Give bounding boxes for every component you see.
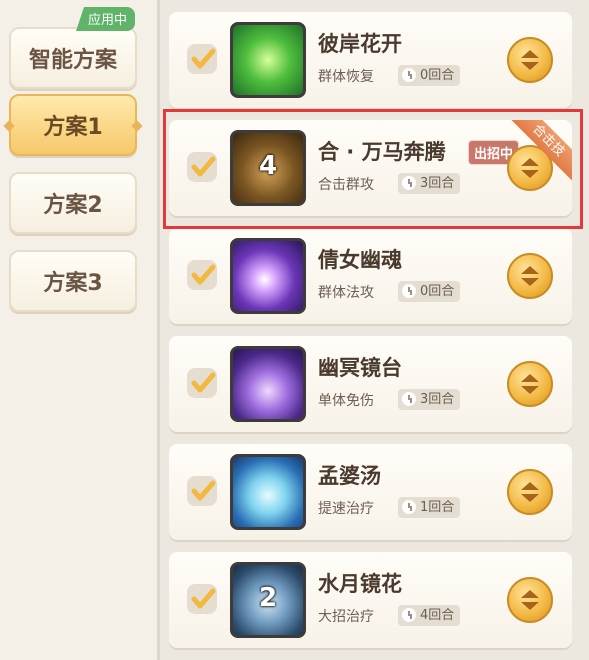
cooldown-rounds: 3回合 <box>398 389 461 410</box>
checkmark-icon <box>191 588 216 609</box>
plan-label: 方案1 <box>43 115 103 140</box>
checkbox[interactable] <box>187 368 217 398</box>
reorder-coin-button[interactable] <box>507 253 553 299</box>
skill-type: 群体恢复 <box>318 69 374 85</box>
ghost-mirror-skill-icon <box>230 346 306 422</box>
reorder-coin-button[interactable] <box>507 361 553 407</box>
rounds-text: 4回合 <box>420 608 455 623</box>
diamond-ornament-icon <box>3 120 15 132</box>
clock-icon <box>402 500 416 514</box>
clock-icon <box>402 608 416 622</box>
skill-name: 幽冥镜台 <box>318 356 402 380</box>
up-down-arrows-icon <box>521 482 539 502</box>
checkmark-icon <box>191 264 216 285</box>
up-down-arrows-icon <box>521 50 539 70</box>
skill-card[interactable]: 倩女幽魂 群体法攻 0回合 <box>169 228 572 324</box>
plan-3-button[interactable]: 方案3 <box>9 250 137 312</box>
clock-icon <box>402 284 416 298</box>
cooldown-rounds: 0回合 <box>398 281 461 302</box>
up-down-arrows-icon <box>521 590 539 610</box>
selection-highlight <box>163 109 583 229</box>
up-down-arrows-icon <box>521 266 539 286</box>
cooldown-rounds: 0回合 <box>398 65 461 86</box>
diamond-ornament-icon <box>131 120 143 132</box>
rounds-text: 1回合 <box>420 500 455 515</box>
order-number: 2 <box>258 583 278 613</box>
skill-name: 彼岸花开 <box>318 32 402 56</box>
up-down-arrows-icon <box>521 374 539 394</box>
checkbox[interactable] <box>187 44 217 74</box>
rounds-text: 3回合 <box>420 392 455 407</box>
plan-label: 方案3 <box>43 271 103 296</box>
plan-label: 智能方案 <box>28 48 117 73</box>
reorder-coin-button[interactable] <box>507 577 553 623</box>
purple-spirit-skill-icon <box>230 238 306 314</box>
checkmark-icon <box>191 372 216 393</box>
skill-type: 大招治疗 <box>318 609 374 625</box>
skill-type: 提速治疗 <box>318 501 374 517</box>
skill-card[interactable]: 幽冥镜台 单体免伤 3回合 <box>169 336 572 432</box>
rounds-text: 0回合 <box>420 284 455 299</box>
plan-smart-button[interactable]: 智能方案 <box>9 27 137 89</box>
checkbox[interactable] <box>187 260 217 290</box>
water-moon-skill-icon: 2 <box>230 562 306 638</box>
skill-type: 单体免伤 <box>318 393 374 409</box>
skill-card[interactable]: 2 水月镜花 大招治疗 4回合 <box>169 552 572 648</box>
skill-type: 群体法攻 <box>318 285 374 301</box>
checkmark-icon <box>191 48 216 69</box>
skill-card[interactable]: 彼岸花开 群体恢复 0回合 <box>169 12 572 108</box>
soup-bowl-skill-icon <box>230 454 306 530</box>
clock-icon <box>402 68 416 82</box>
applied-badge: 应用中 <box>76 7 136 31</box>
plan-1-button[interactable]: 方案1 <box>3 94 143 156</box>
rounds-text: 0回合 <box>420 68 455 83</box>
checkbox[interactable] <box>187 584 217 614</box>
plan-sidebar: 智能方案 应用中 方案1 方案2 方案3 <box>0 0 156 660</box>
plan-label: 方案2 <box>43 193 103 218</box>
cooldown-rounds: 1回合 <box>398 497 461 518</box>
skill-name: 孟婆汤 <box>318 464 381 488</box>
skill-card[interactable]: 孟婆汤 提速治疗 1回合 <box>169 444 572 540</box>
cooldown-rounds: 4回合 <box>398 605 461 626</box>
reorder-coin-button[interactable] <box>507 37 553 83</box>
skill-name: 倩女幽魂 <box>318 248 402 272</box>
checkbox[interactable] <box>187 476 217 506</box>
checkmark-icon <box>191 480 216 501</box>
skill-name: 水月镜花 <box>318 572 402 596</box>
green-flower-skill-icon <box>230 22 306 98</box>
reorder-coin-button[interactable] <box>507 469 553 515</box>
plan-2-button[interactable]: 方案2 <box>9 172 137 234</box>
clock-icon <box>402 392 416 406</box>
